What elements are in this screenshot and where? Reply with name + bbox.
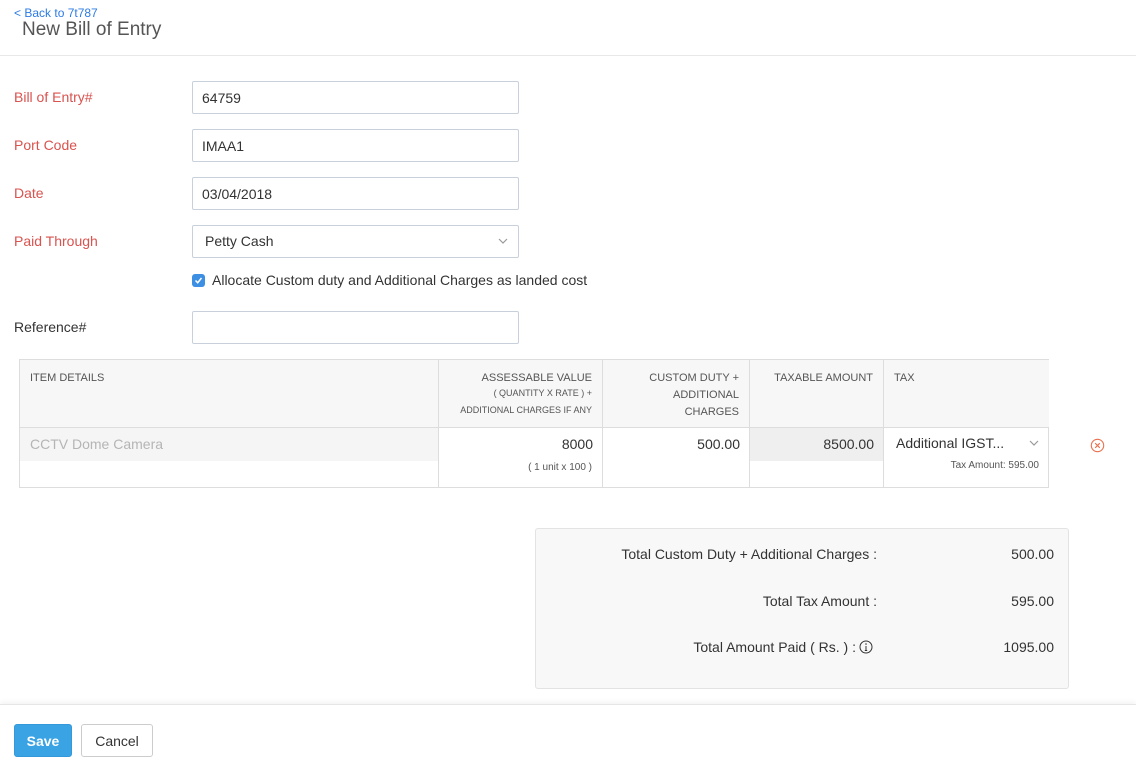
bill-of-entry-input[interactable] bbox=[192, 81, 519, 114]
bill-of-entry-label: Bill of Entry# bbox=[14, 89, 93, 105]
total-custom-duty-value: 500.00 bbox=[1011, 546, 1054, 562]
header-item-details-text: ITEM DETAILS bbox=[30, 372, 105, 384]
header-tax-text: TAX bbox=[894, 372, 915, 384]
chevron-down-icon[interactable] bbox=[1029, 439, 1039, 447]
save-button[interactable]: Save bbox=[14, 724, 72, 757]
items-table: ITEM DETAILS ASSESSABLE VALUE ( QUANTITY… bbox=[19, 359, 1049, 488]
header-item-details: ITEM DETAILS bbox=[20, 360, 439, 428]
port-code-input[interactable] bbox=[192, 129, 519, 162]
page-title: New Bill of Entry bbox=[22, 19, 162, 40]
assessable-value[interactable]: 8000 bbox=[562, 436, 593, 452]
header-assessable-sub2: ADDITIONAL CHARGES IF ANY bbox=[460, 405, 592, 415]
reference-row: Reference# bbox=[0, 311, 620, 345]
custom-duty-cell: 500.00 bbox=[603, 428, 750, 488]
paid-through-select[interactable]: Petty Cash bbox=[192, 225, 519, 258]
total-tax-row: Total Tax Amount : 595.00 bbox=[536, 593, 1070, 613]
header-taxable-amount: TAXABLE AMOUNT bbox=[750, 360, 884, 428]
header-taxable-amount-text: TAXABLE AMOUNT bbox=[774, 372, 873, 384]
taxable-amount-cell: 8500.00 bbox=[750, 428, 884, 488]
port-code-label: Port Code bbox=[14, 137, 78, 153]
remove-row-icon[interactable] bbox=[1090, 438, 1105, 453]
page-header: < Back to 7t787 New Bill of Entry bbox=[0, 0, 1136, 56]
date-input[interactable] bbox=[192, 177, 519, 210]
back-link[interactable]: < Back to 7t787 bbox=[14, 6, 98, 20]
total-paid-label: Total Amount Paid ( Rs. ) : bbox=[693, 639, 856, 655]
header-custom-duty-line2: ADDITIONAL bbox=[672, 389, 739, 401]
checkmark-icon bbox=[194, 277, 203, 284]
header-custom-duty-line1: CUSTOM DUTY + bbox=[649, 372, 739, 384]
paid-through-row: Paid Through Petty Cash bbox=[0, 225, 620, 259]
tax-cell: Additional IGST... Tax Amount: 595.00 bbox=[884, 428, 1049, 488]
paid-through-value: Petty Cash bbox=[205, 233, 274, 249]
total-paid-row: Total Amount Paid ( Rs. ) : 1095.00 bbox=[536, 639, 1070, 659]
assessable-value-cell: 8000 ( 1 unit x 100 ) bbox=[439, 428, 603, 488]
header-assessable-sub1: ( QUANTITY X RATE ) + bbox=[493, 388, 592, 398]
date-row: Date bbox=[0, 177, 620, 211]
custom-duty-value[interactable]: 500.00 bbox=[697, 436, 740, 452]
total-tax-value: 595.00 bbox=[1011, 593, 1054, 609]
allocate-landed-cost-label: Allocate Custom duty and Additional Char… bbox=[212, 272, 588, 288]
header-custom-duty-line3: CHARGES bbox=[684, 406, 739, 418]
allocate-landed-cost-checkbox[interactable] bbox=[192, 274, 205, 287]
total-custom-duty-label: Total Custom Duty + Additional Charges : bbox=[621, 546, 877, 562]
chevron-down-icon bbox=[498, 238, 508, 244]
total-custom-duty-row: Total Custom Duty + Additional Charges :… bbox=[536, 546, 1070, 566]
date-label: Date bbox=[14, 185, 44, 201]
total-paid-value: 1095.00 bbox=[1003, 639, 1054, 655]
cancel-button[interactable]: Cancel bbox=[81, 724, 153, 757]
item-details-cell: CCTV Dome Camera bbox=[20, 428, 439, 488]
tax-select[interactable]: Additional IGST... bbox=[896, 435, 1004, 451]
paid-through-label: Paid Through bbox=[14, 233, 98, 249]
header-assessable-value-text: ASSESSABLE VALUE bbox=[481, 372, 592, 384]
footer-actions: Save Cancel bbox=[0, 704, 1136, 767]
tax-amount: Tax Amount: 595.00 bbox=[950, 460, 1039, 471]
info-icon[interactable] bbox=[859, 640, 873, 654]
taxable-amount-value: 8500.00 bbox=[823, 436, 874, 452]
total-tax-label: Total Tax Amount : bbox=[762, 593, 877, 609]
header-tax: TAX bbox=[884, 360, 1049, 428]
port-code-row: Port Code bbox=[0, 129, 620, 163]
header-custom-duty: CUSTOM DUTY + ADDITIONAL CHARGES bbox=[603, 360, 750, 428]
header-assessable-value: ASSESSABLE VALUE ( QUANTITY X RATE ) + A… bbox=[439, 360, 603, 428]
item-name-input[interactable]: CCTV Dome Camera bbox=[20, 428, 438, 461]
totals-panel: Total Custom Duty + Additional Charges :… bbox=[535, 528, 1069, 689]
assessable-detail: ( 1 unit x 100 ) bbox=[528, 462, 592, 473]
reference-input[interactable] bbox=[192, 311, 519, 344]
bill-of-entry-row: Bill of Entry# bbox=[0, 81, 620, 115]
reference-label: Reference# bbox=[14, 319, 87, 335]
